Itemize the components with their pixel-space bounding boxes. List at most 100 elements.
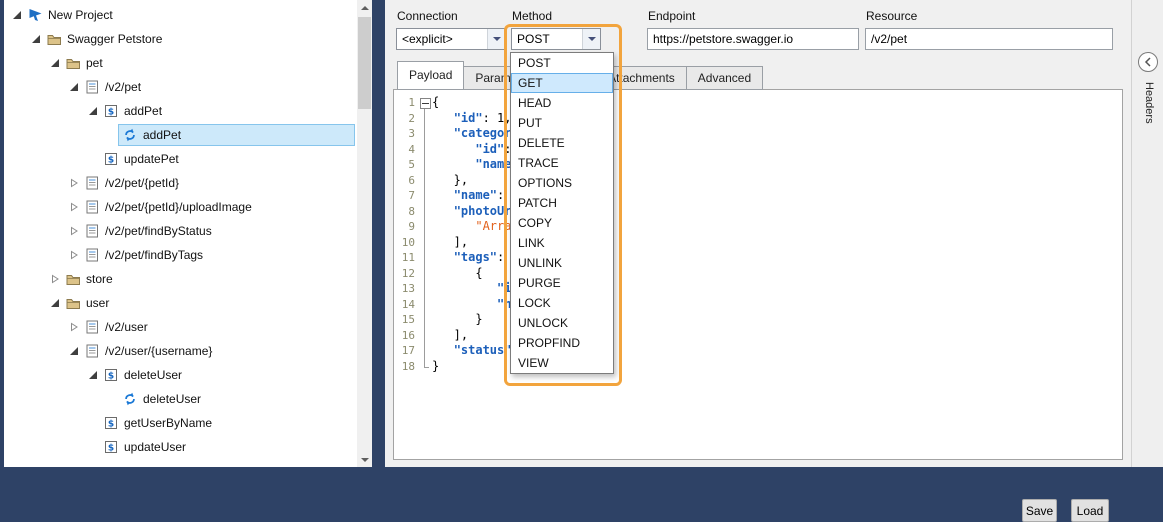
tree-scrollbar[interactable] [357, 0, 372, 467]
tree-item-body[interactable]: /v2/user [80, 316, 355, 338]
tree-item[interactable]: /v2/user/{username} [4, 339, 357, 363]
collapse-arrow-icon[interactable] [67, 82, 80, 92]
tab-payload[interactable]: Payload [397, 61, 464, 90]
tree-item-body[interactable]: /v2/pet [80, 76, 355, 98]
tree-item-body[interactable]: store [61, 268, 355, 290]
connection-label: Connection [397, 9, 458, 23]
method-option-delete[interactable]: DELETE [511, 133, 613, 153]
line-number: 6 [395, 173, 419, 189]
tree-item-body[interactable]: /v2/pet/{petId}/uploadImage [80, 196, 355, 218]
method-option-copy[interactable]: COPY [511, 213, 613, 233]
chevron-down-icon[interactable] [487, 29, 505, 49]
tree-item[interactable]: /v2/user [4, 315, 357, 339]
method-option-get[interactable]: GET [511, 73, 613, 93]
expand-arrow-icon[interactable] [67, 226, 80, 236]
tree-item[interactable]: deleteUser [4, 387, 357, 411]
method-option-trace[interactable]: TRACE [511, 153, 613, 173]
method-icon: $ [102, 440, 120, 454]
tree-item[interactable]: Swagger Petstore [4, 27, 357, 51]
method-option-unlink[interactable]: UNLINK [511, 253, 613, 273]
tree-item-body[interactable]: Swagger Petstore [42, 28, 355, 50]
tree-item[interactable]: user [4, 291, 357, 315]
tree-item[interactable]: /v2/pet/findByStatus [4, 219, 357, 243]
collapse-arrow-icon[interactable] [67, 346, 80, 356]
tree-item[interactable]: $deleteUser [4, 363, 357, 387]
expand-arrow-icon[interactable] [67, 202, 80, 212]
method-option-view[interactable]: VIEW [511, 353, 613, 373]
collapse-arrow-icon[interactable] [29, 34, 42, 44]
method-select[interactable]: POST [511, 28, 601, 50]
resource-input[interactable] [865, 28, 1113, 50]
scroll-up-button[interactable] [357, 0, 372, 15]
line-number: 9 [395, 219, 419, 235]
tree-item[interactable]: /v2/pet/{petId}/uploadImage [4, 195, 357, 219]
tree-indent [4, 39, 29, 40]
method-option-post[interactable]: POST [511, 53, 613, 73]
method-option-link[interactable]: LINK [511, 233, 613, 253]
headers-panel-collapsed[interactable]: Headers [1131, 0, 1163, 467]
tree-item-body[interactable]: deleteUser [118, 388, 355, 410]
tree-item[interactable]: /v2/pet [4, 75, 357, 99]
tree-item-body[interactable]: $updateUser [99, 436, 355, 458]
tree-item[interactable]: $updateUser [4, 435, 357, 459]
collapse-arrow-icon[interactable] [10, 10, 23, 20]
collapse-arrow-icon[interactable] [86, 370, 99, 380]
tab-advanced[interactable]: Advanced [686, 66, 763, 90]
method-icon: $ [102, 152, 120, 166]
expand-panel-button[interactable] [1138, 52, 1158, 72]
tree-item[interactable]: /v2/pet/findByTags [4, 243, 357, 267]
endpoint-input[interactable] [647, 28, 859, 50]
tree-item-body[interactable]: $deleteUser [99, 364, 355, 386]
collapse-arrow-icon[interactable] [48, 58, 61, 68]
tree-item[interactable]: $addPet [4, 99, 357, 123]
connection-select[interactable]: <explicit> [396, 28, 506, 50]
tree-item-label: Swagger Petstore [63, 32, 162, 46]
method-option-head[interactable]: HEAD [511, 93, 613, 113]
chevron-down-icon[interactable] [582, 29, 600, 49]
payload-editor[interactable]: 1{2 "id": 1,3 "category": {4 "id": 1,5 "… [395, 91, 1121, 458]
fold-collapse-icon[interactable] [419, 95, 432, 111]
triangle-down-icon [493, 37, 501, 41]
load-button[interactable]: Load [1071, 499, 1109, 522]
tree-item-body[interactable]: $updatePet [99, 148, 355, 170]
method-option-options[interactable]: OPTIONS [511, 173, 613, 193]
tree-item-body[interactable]: /v2/pet/findByTags [80, 244, 355, 266]
fold-line [419, 312, 432, 328]
tree-item[interactable]: addPet [4, 123, 357, 147]
tree-item-body[interactable]: $addPet [99, 100, 355, 122]
tree-item-body[interactable]: /v2/user/{username} [80, 340, 355, 362]
method-option-patch[interactable]: PATCH [511, 193, 613, 213]
scrollbar-thumb[interactable] [358, 17, 371, 109]
tree-item-selected-body[interactable]: addPet [118, 124, 355, 146]
tree-item[interactable]: store [4, 267, 357, 291]
method-icon: $ [102, 416, 120, 430]
tree-item-body[interactable]: New Project [23, 4, 355, 26]
tree-item-body[interactable]: user [61, 292, 355, 314]
collapse-arrow-icon[interactable] [48, 298, 61, 308]
tree-item-body[interactable]: $getUserByName [99, 412, 355, 434]
scroll-down-button[interactable] [357, 452, 372, 467]
editor-line: 8 "photoUrls": [ [395, 204, 1121, 220]
method-option-put[interactable]: PUT [511, 113, 613, 133]
method-option-unlock[interactable]: UNLOCK [511, 313, 613, 333]
tree-item-body[interactable]: pet [61, 52, 355, 74]
method-option-purge[interactable]: PURGE [511, 273, 613, 293]
tree-item[interactable]: /v2/pet/{petId} [4, 171, 357, 195]
tree-indent [4, 447, 86, 448]
method-option-lock[interactable]: LOCK [511, 293, 613, 313]
tree-item-body[interactable]: /v2/pet/findByStatus [80, 220, 355, 242]
tree-item[interactable]: New Project [4, 3, 357, 27]
expand-arrow-icon[interactable] [67, 322, 80, 332]
expand-arrow-icon[interactable] [67, 250, 80, 260]
expand-arrow-icon[interactable] [67, 178, 80, 188]
collapse-arrow-icon[interactable] [86, 106, 99, 116]
tree-item-label: New Project [44, 8, 113, 22]
tree-item[interactable]: $updatePet [4, 147, 357, 171]
method-option-propfind[interactable]: PROPFIND [511, 333, 613, 353]
tree-item-body[interactable]: /v2/pet/{petId} [80, 172, 355, 194]
editor-line: 11 "tags": [ [395, 250, 1121, 266]
save-button[interactable]: Save [1022, 499, 1057, 522]
tree-item[interactable]: $getUserByName [4, 411, 357, 435]
tree-item[interactable]: pet [4, 51, 357, 75]
expand-arrow-icon[interactable] [48, 274, 61, 284]
